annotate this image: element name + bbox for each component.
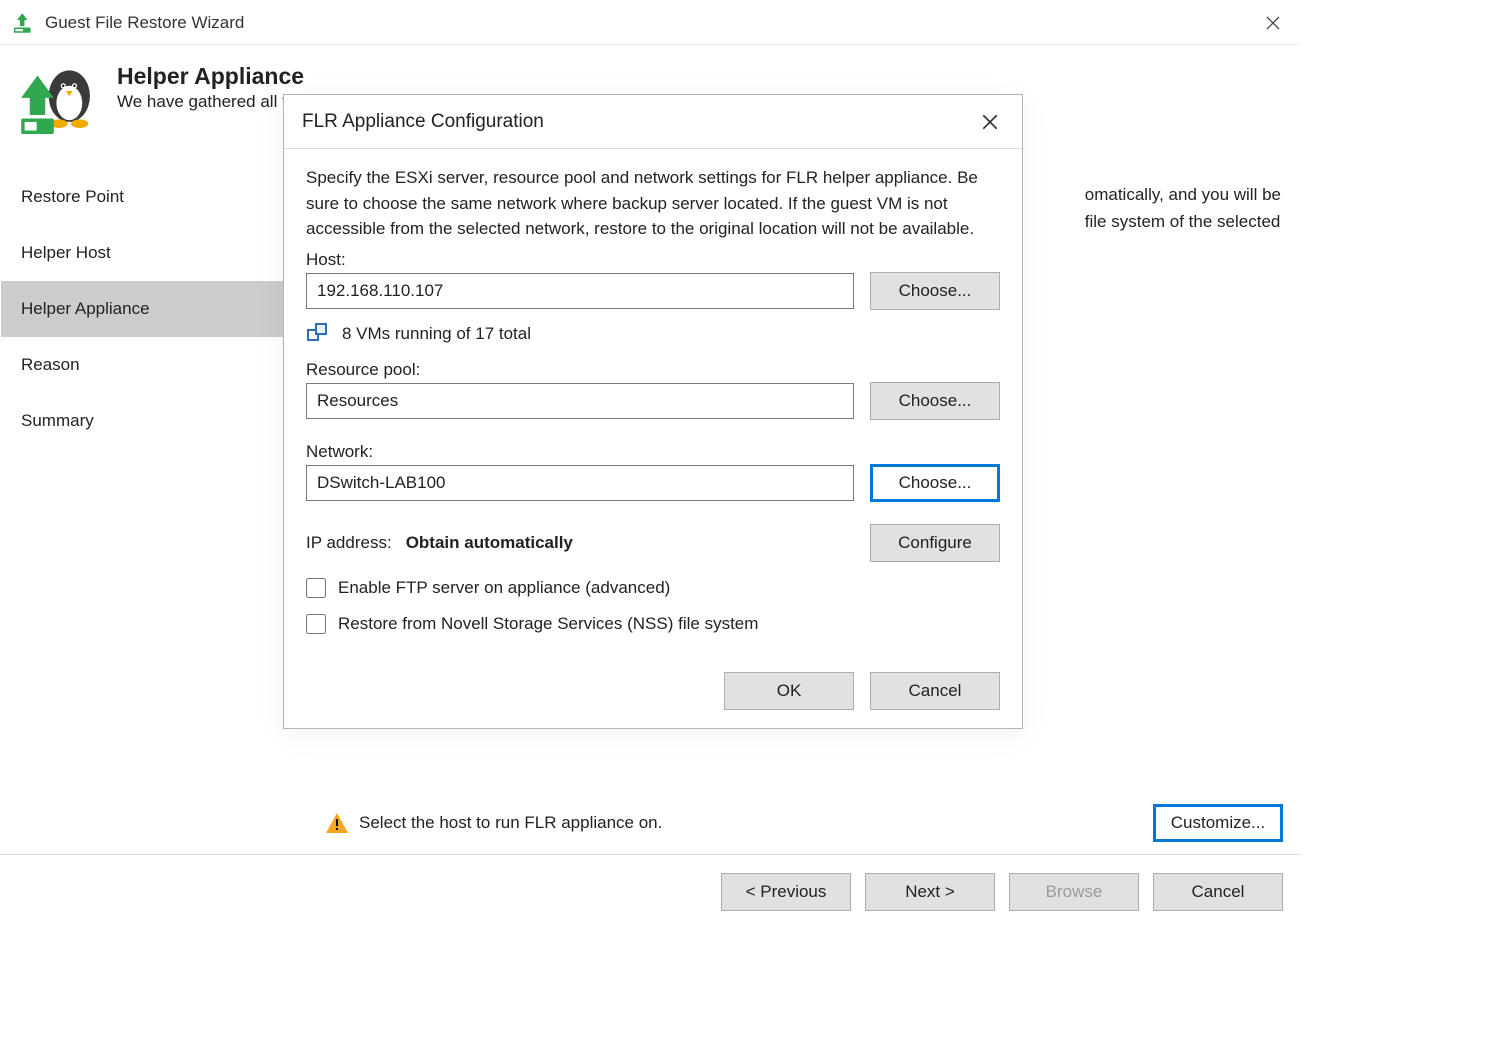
wizard-sidebar: Restore Point Helper Host Helper Applian… <box>1 169 301 854</box>
pool-input[interactable]: Resources <box>306 383 854 419</box>
previous-button[interactable]: < Previous <box>721 873 851 911</box>
flr-config-dialog: FLR Appliance Configuration Specify the … <box>283 94 1023 729</box>
pool-choose-button[interactable]: Choose... <box>870 382 1000 420</box>
sidebar-label: Reason <box>21 355 80 375</box>
sidebar-item-helper-appliance[interactable]: Helper Appliance <box>1 281 301 337</box>
nss-checkbox[interactable] <box>306 614 326 634</box>
configure-button[interactable]: Configure <box>870 524 1000 562</box>
status-row: Select the host to run FLR appliance on.… <box>325 804 1283 842</box>
nss-checkbox-label: Restore from Novell Storage Services (NS… <box>338 614 758 634</box>
wizard-header-icon <box>13 57 105 149</box>
dialog-titlebar: FLR Appliance Configuration <box>284 95 1022 149</box>
next-button[interactable]: Next > <box>865 873 995 911</box>
host-status-icon <box>306 322 330 346</box>
sidebar-label: Helper Appliance <box>21 299 150 319</box>
sidebar-item-summary[interactable]: Summary <box>1 393 301 449</box>
wizard-titlebar: Guest File Restore Wizard <box>1 1 1301 45</box>
ftp-checkbox-label: Enable FTP server on appliance (advanced… <box>338 578 670 598</box>
pool-label: Resource pool: <box>306 360 1000 380</box>
sidebar-item-reason[interactable]: Reason <box>1 337 301 393</box>
sidebar-label: Restore Point <box>21 187 124 207</box>
sidebar-item-restore-point[interactable]: Restore Point <box>1 169 301 225</box>
content-text: omatically, and you will be file system … <box>1085 181 1281 235</box>
sidebar-label: Helper Host <box>21 243 111 263</box>
browse-button: Browse <box>1009 873 1139 911</box>
status-text: Select the host to run FLR appliance on. <box>359 813 662 833</box>
dialog-close-button[interactable] <box>966 98 1014 146</box>
wizard-title: Guest File Restore Wizard <box>45 13 1249 33</box>
host-input[interactable]: 192.168.110.107 <box>306 273 854 309</box>
host-choose-button[interactable]: Choose... <box>870 272 1000 310</box>
sidebar-item-helper-host[interactable]: Helper Host <box>1 225 301 281</box>
network-input[interactable]: DSwitch-LAB100 <box>306 465 854 501</box>
dialog-description: Specify the ESXi server, resource pool a… <box>306 165 1000 242</box>
dialog-cancel-button[interactable]: Cancel <box>870 672 1000 710</box>
network-choose-button[interactable]: Choose... <box>870 464 1000 502</box>
wizard-header-title: Helper Appliance <box>117 63 681 90</box>
ip-label: IP address: <box>306 533 392 553</box>
host-value: 192.168.110.107 <box>317 281 443 301</box>
warning-icon <box>325 811 349 835</box>
host-status-text: 8 VMs running of 17 total <box>342 324 531 344</box>
cancel-button[interactable]: Cancel <box>1153 873 1283 911</box>
sidebar-label: Summary <box>21 411 94 431</box>
wizard-footer: < Previous Next > Browse Cancel <box>1 854 1301 929</box>
dialog-title: FLR Appliance Configuration <box>302 111 966 133</box>
customize-button[interactable]: Customize... <box>1153 804 1283 842</box>
ok-button[interactable]: OK <box>724 672 854 710</box>
host-label: Host: <box>306 250 1000 270</box>
wizard-close-button[interactable] <box>1249 1 1297 45</box>
network-value: DSwitch-LAB100 <box>317 473 446 493</box>
ip-value: Obtain automatically <box>406 533 870 553</box>
pool-value: Resources <box>317 391 398 411</box>
app-icon <box>11 11 35 35</box>
ftp-checkbox[interactable] <box>306 578 326 598</box>
network-label: Network: <box>306 442 1000 462</box>
